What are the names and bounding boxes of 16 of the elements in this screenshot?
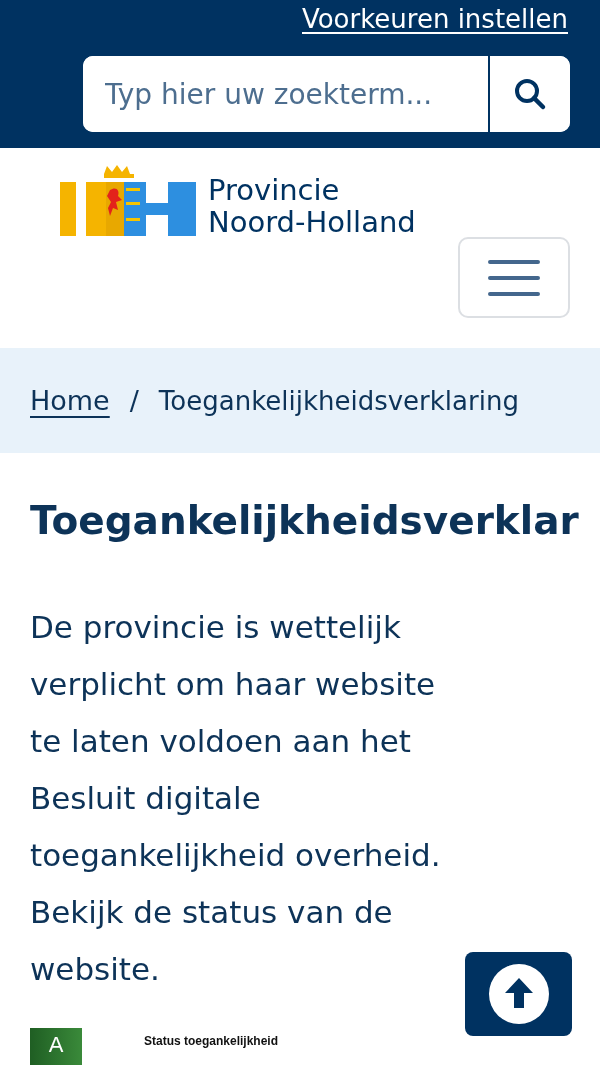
menu-button[interactable] — [458, 237, 570, 318]
search-button[interactable] — [488, 56, 570, 132]
breadcrumb-separator: / — [129, 385, 139, 416]
intro-paragraph: De provincie is wettelijk verplicht om haar website te laten voldoen aan het Besluit digitale toegankelijkheid overheid. Bekijk de status van de website. — [30, 608, 442, 989]
grade-badge: A — [30, 1028, 82, 1065]
status-title: Status toegankelijkheid — [144, 1034, 279, 1048]
search-field[interactable]: Typ hier uw zoekterm... — [83, 56, 570, 132]
preferences-link[interactable]: Voorkeuren instellen — [301, 6, 568, 34]
page-heading: Toegankelijkheidsverklar — [30, 497, 580, 545]
back-to-top-button[interactable] — [465, 952, 572, 1036]
menu-icon — [488, 257, 540, 298]
breadcrumb-link[interactable]: Home — [30, 385, 110, 416]
current-page-label: Toegankelijkheidsverklaring — [158, 385, 519, 416]
arrow-up-icon — [488, 964, 549, 1024]
search-icon — [512, 76, 548, 112]
organization-name: Provincie Noord-Holland — [208, 174, 416, 238]
